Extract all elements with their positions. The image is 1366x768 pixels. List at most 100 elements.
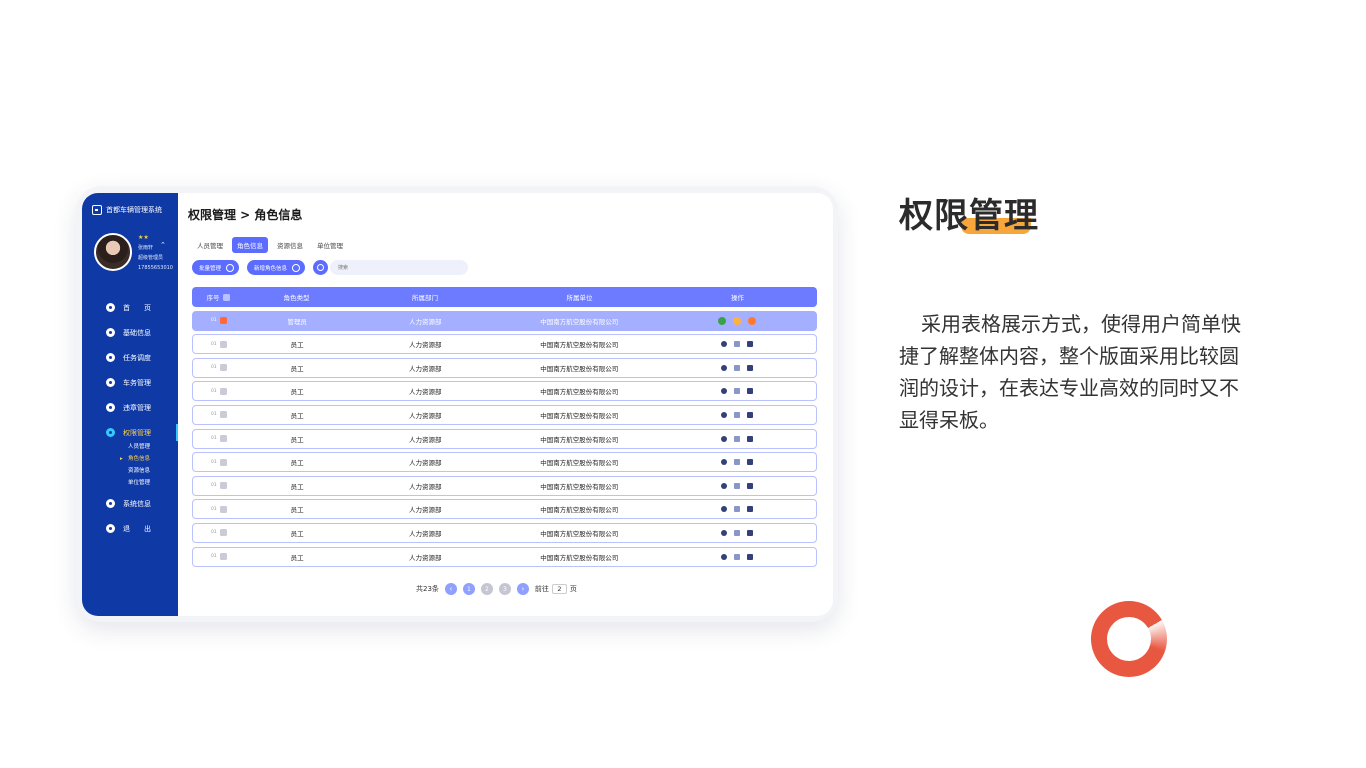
table-row[interactable]: 01 员工 人力资源部 中国南方航空股份有限公司 xyxy=(192,546,817,567)
subnav-item-resources[interactable]: 资源信息 xyxy=(128,465,178,477)
table-row[interactable]: 01 员工 人力资源部 中国南方航空股份有限公司 xyxy=(192,428,817,449)
table-row[interactable]: 01 员工 人力资源部 中国南方航空股份有限公司 xyxy=(192,475,817,496)
row-checkbox[interactable] xyxy=(219,364,227,372)
page-button[interactable]: 3 xyxy=(498,583,511,595)
edit-icon[interactable] xyxy=(733,388,740,395)
sidebar-item-dispatch[interactable]: 任务调度 xyxy=(82,345,178,370)
table-row[interactable]: 01 员工 人力资源部 中国南方航空股份有限公司 xyxy=(192,357,817,378)
delete-icon[interactable] xyxy=(746,459,753,466)
edit-icon[interactable] xyxy=(733,341,740,348)
delete-icon[interactable] xyxy=(746,482,753,489)
next-page-icon[interactable]: › xyxy=(516,583,529,595)
row-checkbox[interactable] xyxy=(219,435,227,443)
tab-resources[interactable]: 资源信息 xyxy=(272,237,308,253)
view-icon[interactable] xyxy=(720,435,727,442)
chevron-up-icon[interactable]: ⌃ xyxy=(160,241,166,249)
slide-heading: 权限管理 xyxy=(899,196,1039,236)
row-checkbox[interactable] xyxy=(219,387,227,395)
view-icon[interactable] xyxy=(720,529,727,536)
tab-units[interactable]: 单位管理 xyxy=(312,237,348,253)
row-checkbox[interactable] xyxy=(219,317,227,325)
search-icon[interactable] xyxy=(313,260,329,275)
view-icon[interactable] xyxy=(720,341,727,348)
table-row[interactable]: 01 员工 人力资源部 中国南方航空股份有限公司 xyxy=(192,499,817,520)
table-row[interactable]: 01 员工 人力资源部 中国南方航空股份有限公司 xyxy=(192,522,817,543)
user-name: 张雨轩 xyxy=(138,245,154,251)
row-checkbox[interactable] xyxy=(219,411,227,419)
cell-role: 员工 xyxy=(290,411,304,420)
page-button[interactable]: 2 xyxy=(480,583,493,595)
sidebar-item-violation[interactable]: 违章管理 xyxy=(82,395,178,420)
view-icon[interactable] xyxy=(720,364,727,371)
view-icon[interactable] xyxy=(720,411,727,418)
delete-icon[interactable] xyxy=(746,529,753,536)
subnav-item-roles[interactable]: 角色信息 xyxy=(120,453,178,465)
view-icon[interactable] xyxy=(720,506,727,513)
view-icon[interactable] xyxy=(720,388,727,395)
batch-manage-button[interactable]: 批量管理 xyxy=(192,260,240,275)
view-icon[interactable] xyxy=(720,553,727,560)
delete-icon[interactable] xyxy=(746,341,753,348)
sidebar-item-logout[interactable]: 退 出 xyxy=(82,516,178,541)
edit-icon[interactable] xyxy=(733,364,740,371)
tab-staff[interactable]: 人员管理 xyxy=(192,237,228,253)
table-row[interactable]: 01 员工 人力资源部 中国南方航空股份有限公司 xyxy=(192,452,817,473)
avatar[interactable] xyxy=(94,233,132,271)
table-row[interactable]: 01 员工 人力资源部 中国南方航空股份有限公司 xyxy=(192,334,817,355)
edit-icon[interactable] xyxy=(733,529,740,536)
cell-dept: 人力资源部 xyxy=(408,341,442,350)
cell-role: 员工 xyxy=(290,506,304,515)
row-checkbox[interactable] xyxy=(219,553,227,561)
delete-icon[interactable] xyxy=(746,435,753,442)
row-checkbox[interactable] xyxy=(219,458,227,466)
cell-role: 管理员 xyxy=(287,317,307,326)
subnav-item-staff[interactable]: 人员管理 xyxy=(128,441,178,453)
delete-icon[interactable] xyxy=(746,411,753,418)
table-row[interactable]: 01 员工 人力资源部 中国南方航空股份有限公司 xyxy=(192,404,817,425)
goto-page-input[interactable]: 2 xyxy=(551,584,567,594)
cell-unit: 中国南方航空股份有限公司 xyxy=(540,459,619,468)
select-all-checkbox[interactable] xyxy=(222,293,230,301)
add-role-button[interactable]: 新增角色信息 xyxy=(247,260,306,275)
delete-icon[interactable] xyxy=(746,364,753,371)
tab-roles[interactable]: 角色信息 xyxy=(232,237,268,253)
table-row[interactable]: 01 管理员 人力资源部 中国南方航空股份有限公司 xyxy=(192,310,817,331)
app-screen: 首都车辆管理系统 ★★ 张雨轩 超级管理员 17855653010 ⌃ 首 页 … xyxy=(82,193,833,616)
row-checkbox[interactable] xyxy=(219,340,227,348)
edit-icon[interactable] xyxy=(733,553,740,560)
cell-dept: 人力资源部 xyxy=(408,317,442,326)
edit-icon[interactable] xyxy=(733,459,740,466)
sidebar-item-system[interactable]: 系统信息 xyxy=(82,491,178,516)
row-checkbox[interactable] xyxy=(219,529,227,537)
delete-icon[interactable] xyxy=(746,506,753,513)
edit-icon[interactable] xyxy=(733,435,740,442)
sidebar-subnav: 人员管理 角色信息 资源信息 单位管理 xyxy=(82,441,178,489)
user-phone: 17855653010 xyxy=(138,265,173,271)
page-button[interactable]: 1 xyxy=(462,583,475,595)
prev-page-icon[interactable]: ‹ xyxy=(444,583,457,595)
delete-icon[interactable] xyxy=(746,388,753,395)
table-row[interactable]: 01 员工 人力资源部 中国南方航空股份有限公司 xyxy=(192,381,817,402)
row-checkbox[interactable] xyxy=(219,505,227,513)
edit-icon[interactable] xyxy=(733,506,740,513)
search-input[interactable] xyxy=(330,260,469,275)
edit-icon[interactable] xyxy=(732,316,741,325)
permission-icon xyxy=(106,428,115,437)
view-icon[interactable] xyxy=(720,482,727,489)
sidebar-item-home[interactable]: 首 页 xyxy=(82,295,178,320)
sidebar-item-label: 基础信息 xyxy=(123,328,151,337)
info-icon xyxy=(106,328,115,337)
edit-icon[interactable] xyxy=(733,411,740,418)
row-checkbox[interactable] xyxy=(219,482,227,490)
subnav-item-units[interactable]: 单位管理 xyxy=(128,477,178,489)
sidebar-item-basic-info[interactable]: 基础信息 xyxy=(82,320,178,345)
view-icon[interactable] xyxy=(720,459,727,466)
row-no: 01 xyxy=(211,483,217,489)
cell-dept: 人力资源部 xyxy=(408,388,442,397)
view-icon[interactable] xyxy=(717,316,726,325)
sidebar-item-vehicle[interactable]: 车务管理 xyxy=(82,370,178,395)
main-content: 权限管理 > 角色信息 人员管理 角色信息 资源信息 单位管理 批量管理 新增角… xyxy=(178,193,833,616)
delete-icon[interactable] xyxy=(747,316,756,325)
delete-icon[interactable] xyxy=(746,553,753,560)
edit-icon[interactable] xyxy=(733,482,740,489)
